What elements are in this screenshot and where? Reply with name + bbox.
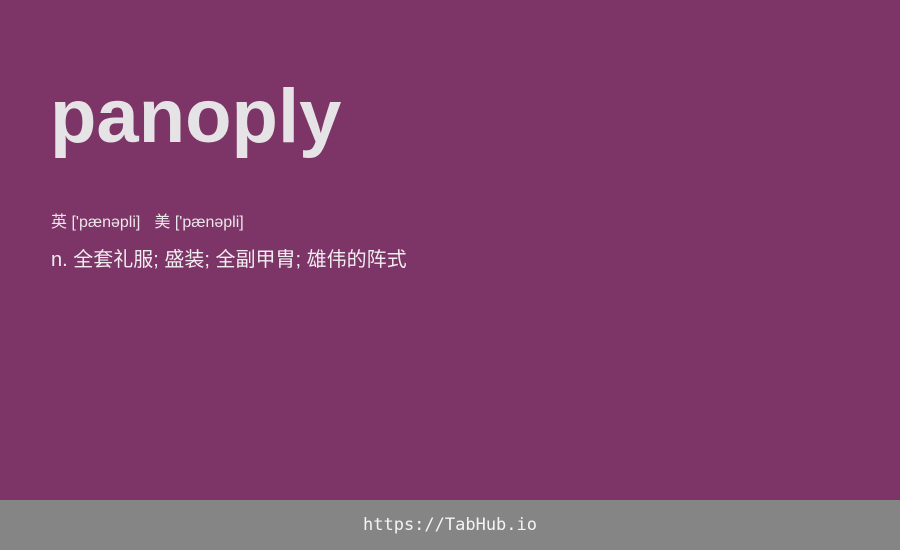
us-label: 美 (154, 214, 171, 231)
uk-label: 英 (51, 214, 68, 231)
footer-bar: https://TabHub.io (0, 500, 900, 550)
us-phonetic: ['pænəpli] (174, 214, 244, 231)
vocabulary-word: panoply (50, 74, 342, 159)
word-definition: n. 全套礼服; 盛装; 全副甲胄; 雄伟的阵式 (51, 249, 407, 271)
uk-phonetic: ['pænəpli] (71, 214, 141, 231)
word-card: panoply 英 ['pænəpli] 美 ['pænəpli] n. 全套礼服… (0, 0, 900, 500)
pronunciation-row: 英 ['pænəpli] 美 ['pænəpli] (51, 213, 244, 233)
tabhub-link[interactable]: https://TabHub.io (363, 514, 537, 536)
